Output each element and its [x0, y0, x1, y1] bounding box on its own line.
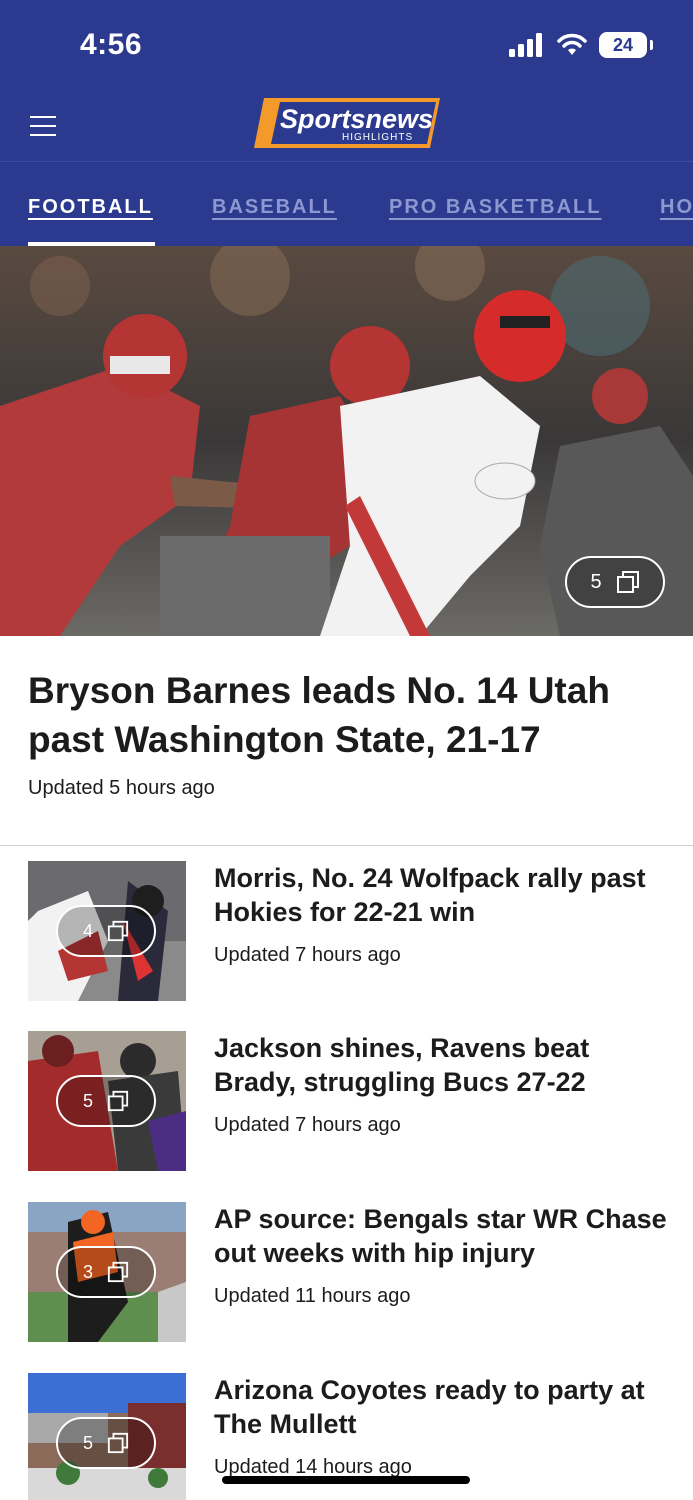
photo-count: 4 — [82, 920, 93, 941]
hero-headline[interactable]: Bryson Barnes leads No. 14 Utah past Was… — [28, 666, 668, 764]
divider — [0, 845, 693, 846]
signal-icon — [509, 33, 542, 57]
gallery-icon — [107, 1432, 129, 1454]
wifi-icon — [557, 33, 587, 55]
logo-subtext: HIGHLIGHTS — [342, 132, 413, 143]
gallery-icon — [107, 1261, 129, 1283]
list-item[interactable]: 3 AP source: Bengals star WR Chase out w… — [0, 1202, 693, 1342]
article-headline[interactable]: AP source: Bengals star WR Chase out wee… — [214, 1202, 674, 1270]
article-timestamp: Updated 7 hours ago — [214, 944, 401, 966]
article-thumbnail[interactable]: 5 — [28, 1373, 186, 1500]
article-timestamp: Updated 7 hours ago — [214, 1114, 401, 1136]
tab-hockey[interactable]: HO — [660, 196, 693, 219]
article-headline[interactable]: Arizona Coyotes ready to party at The Mu… — [214, 1373, 674, 1441]
list-item[interactable]: 5 Jackson shines, Ravens beat Brady, str… — [0, 1031, 693, 1171]
hero-image[interactable]: 5 — [0, 246, 693, 636]
menu-icon[interactable] — [24, 106, 64, 146]
hero-timestamp: Updated 5 hours ago — [28, 777, 215, 799]
battery-level: 24 — [612, 35, 634, 55]
article-timestamp: Updated 11 hours ago — [214, 1285, 411, 1307]
status-time: 4:56 — [80, 28, 143, 61]
tab-pro-basketball[interactable]: PRO BASKETBALL — [389, 196, 601, 219]
hero-gallery-badge[interactable]: 5 — [565, 556, 665, 608]
article-thumbnail[interactable]: 5 — [28, 1031, 186, 1171]
thumbnail-gallery-badge: 4 — [56, 905, 156, 957]
photo-count: 5 — [590, 570, 602, 593]
gallery-icon — [107, 1090, 129, 1112]
gallery-icon — [616, 571, 639, 593]
article-thumbnail[interactable]: 3 — [28, 1202, 186, 1342]
article-thumbnail[interactable]: 4 — [28, 861, 186, 1001]
photo-count: 5 — [82, 1090, 93, 1111]
thumbnail-gallery-badge: 5 — [56, 1075, 156, 1127]
photo-count: 3 — [82, 1261, 93, 1282]
article-headline[interactable]: Morris, No. 24 Wolfpack rally past Hokie… — [214, 861, 674, 929]
battery-icon: 24 — [599, 32, 653, 58]
category-tabs: FOOTBALL BASEBALL PRO BASKETBALL HO — [0, 162, 693, 246]
gallery-icon — [107, 920, 129, 942]
photo-count: 5 — [82, 1432, 93, 1453]
tab-football[interactable]: FOOTBALL — [28, 196, 153, 219]
status-bar: 4:56 24 — [0, 0, 693, 90]
tab-baseball[interactable]: BASEBALL — [212, 196, 337, 219]
thumbnail-gallery-badge: 5 — [56, 1417, 156, 1469]
status-icons: 24 — [509, 32, 653, 58]
sportsnews-logo[interactable]: Sportsnews HIGHLIGHTS — [254, 98, 440, 148]
home-indicator[interactable] — [222, 1476, 470, 1484]
logo-text: Sportsnews — [280, 104, 433, 134]
app-header: Sportsnews HIGHLIGHTS — [0, 90, 693, 162]
article-headline[interactable]: Jackson shines, Ravens beat Brady, strug… — [214, 1031, 674, 1099]
list-item[interactable]: 4 Morris, No. 24 Wolfpack rally past Hok… — [0, 861, 693, 1001]
thumbnail-gallery-badge: 3 — [56, 1246, 156, 1298]
